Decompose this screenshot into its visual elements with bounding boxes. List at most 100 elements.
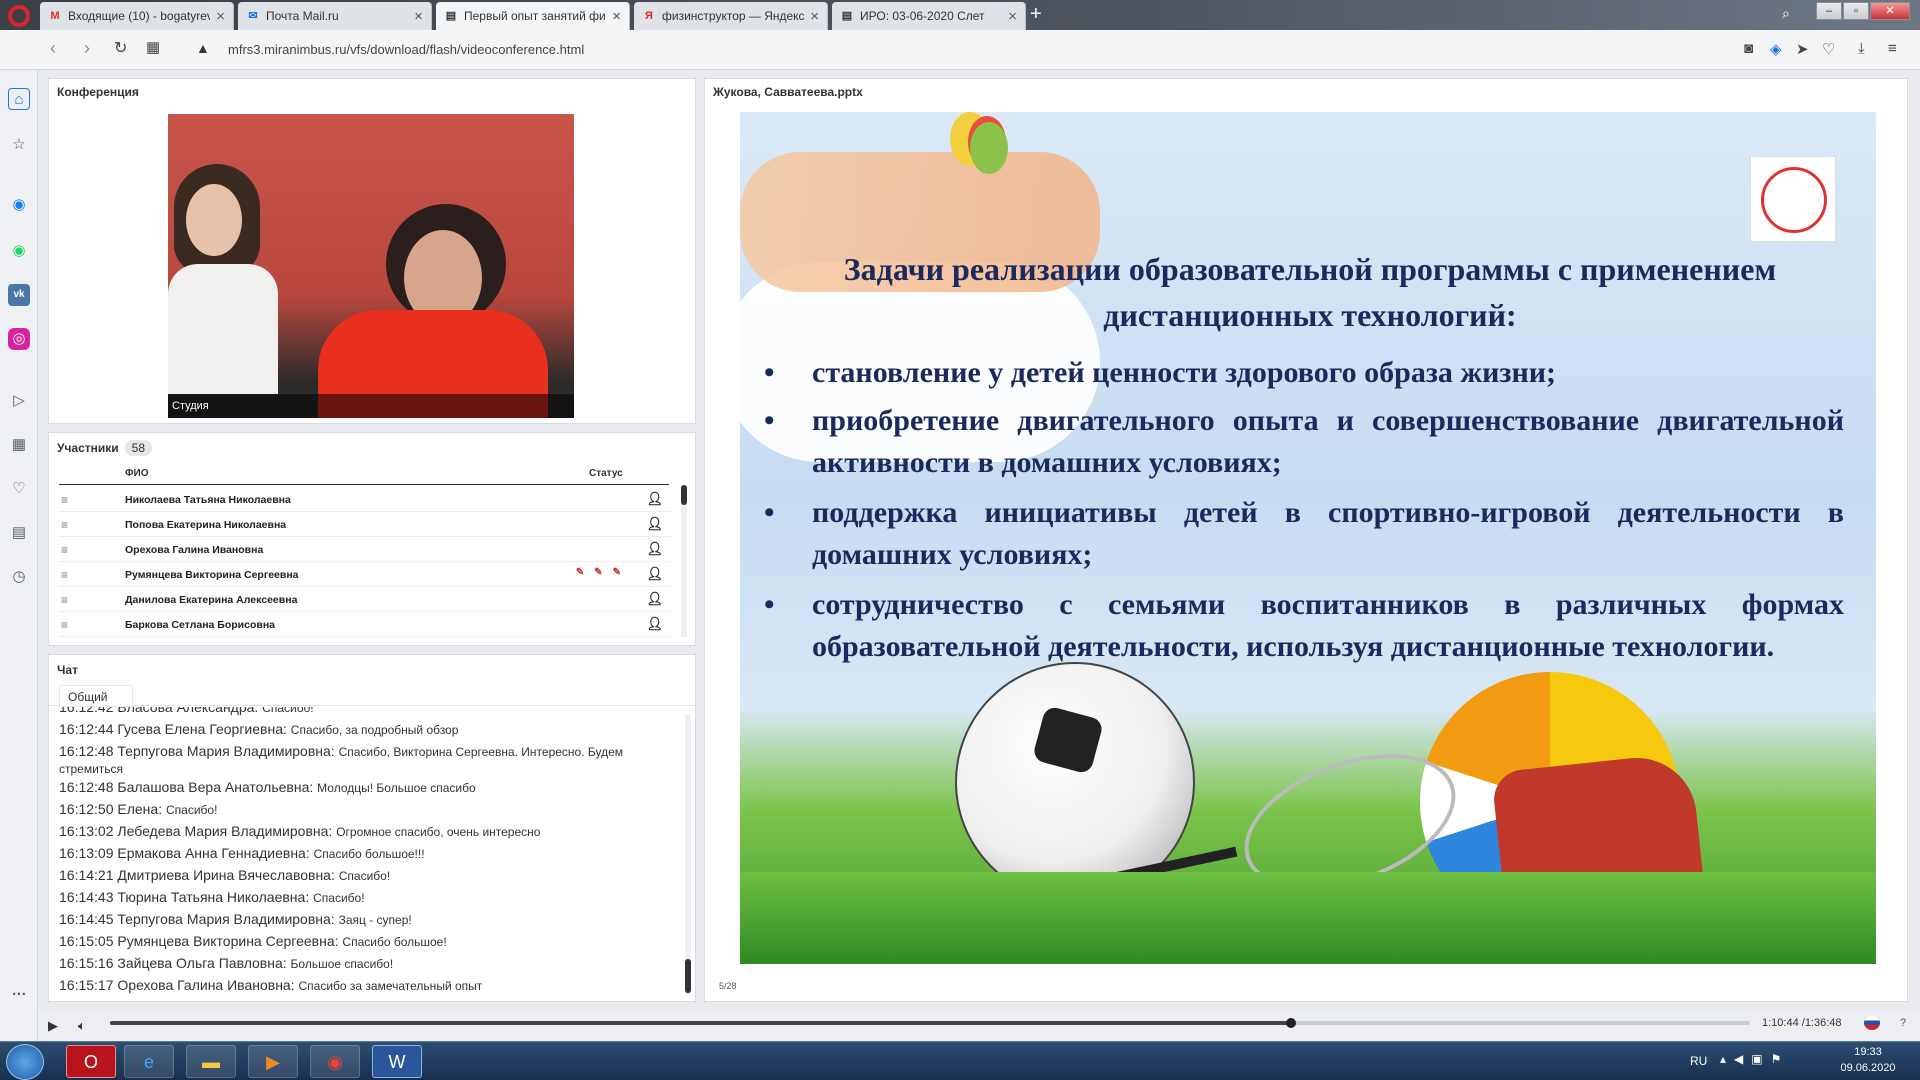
chat-message: 16:14:43 Тюрина Татьяна Николаевна: Спас… (59, 889, 679, 906)
video-feed[interactable]: Студия (168, 114, 574, 418)
drag-handle-icon[interactable]: ≡ (61, 518, 68, 532)
flow-icon[interactable]: ▷ (8, 390, 30, 412)
tray-icons[interactable]: ▴◀▣⚑ (1720, 1052, 1789, 1066)
shield-icon[interactable]: ◈ (1770, 40, 1782, 58)
chat-text: Спасибо большое! (342, 935, 447, 949)
chat-time: 16:12:44 (59, 721, 114, 737)
participant-name: Орехова Галина Ивановна (125, 544, 264, 556)
language-flag-icon[interactable] (1864, 1016, 1880, 1030)
browser-tab[interactable]: ▤ ИРО: 03-06-2020 Слет × (832, 2, 1026, 30)
drag-handle-icon[interactable]: ≡ (61, 543, 68, 557)
internet-explorer-taskbar-icon[interactable]: e (124, 1045, 174, 1078)
tab-label: Входящие (10) - bogatyrev (68, 9, 211, 23)
chat-author: Орехова Галина Ивановна: (117, 977, 295, 993)
column-header-status[interactable]: Статус (589, 468, 623, 479)
instagram-icon[interactable]: ◎ (8, 328, 30, 350)
chat-tab-general[interactable]: Общий (59, 685, 133, 707)
chat-time: 16:12:48 (59, 779, 114, 795)
chat-log[interactable]: 16:12:42 Власова Александра: Спасибо! 16:… (49, 707, 685, 997)
maximize-button[interactable]: ▫ (1843, 2, 1869, 20)
tab-favicon-icon: Я (645, 10, 653, 22)
taskbar-clock-time[interactable]: 19:33 (1838, 1046, 1898, 1058)
presentation-file-name: Жукова, Савватеева.pptx (713, 85, 863, 99)
participant-row[interactable]: ≡ Баркова Сетлана Борисовна 👤︎ (59, 612, 671, 637)
participant-row[interactable]: ≡ Попова Екатерина Николаевна 👤︎ (59, 512, 671, 537)
seek-bar-handle[interactable] (1286, 1018, 1296, 1028)
chat-text: Спасибо! (262, 707, 314, 715)
back-icon[interactable]: ‹ (50, 38, 56, 59)
chat-time: 16:12:48 (59, 743, 114, 759)
participant-row[interactable]: ≡ Данилова Екатерина Алексеевна 👤︎ (59, 587, 671, 612)
tab-favicon-icon: M (50, 10, 60, 22)
close-window-button[interactable]: ✕ (1870, 2, 1910, 20)
heart-icon[interactable]: ♡ (1822, 40, 1835, 58)
user-status-icon: 👤︎ (646, 616, 663, 631)
chrome-taskbar-icon[interactable]: ◉ (310, 1045, 360, 1078)
media-disabled-icons: ✎✎✎ (575, 567, 631, 578)
browser-tab[interactable]: Яфизинструктор — Яндекс × (634, 2, 828, 30)
tab-close-icon[interactable]: × (612, 8, 621, 25)
start-button[interactable] (6, 1044, 44, 1080)
balloon-green (970, 122, 1008, 174)
send-icon[interactable]: ➤ (1796, 40, 1809, 58)
more-icon[interactable]: … (8, 980, 30, 1002)
opera-taskbar-icon[interactable]: O (66, 1045, 116, 1078)
file-explorer-taskbar-icon[interactable]: ▬ (186, 1045, 236, 1078)
user-status-icon: 👤︎ (646, 516, 663, 531)
history-icon[interactable]: ◷ (8, 566, 30, 588)
participant-row[interactable]: ≡ Румянцева Викторина Сергеевна ✎✎✎ 👤︎ (59, 562, 671, 587)
vk-icon[interactable]: vk (8, 284, 30, 306)
reload-icon[interactable]: ↻ (114, 38, 127, 58)
forward-icon[interactable]: › (84, 38, 90, 59)
speed-dial-icon[interactable]: ▦ (146, 38, 160, 56)
download-icon[interactable]: ⤓ (1858, 40, 1865, 57)
chat-scrollbar[interactable] (685, 715, 691, 995)
slide-title: Задачи реализации образовательной програ… (843, 251, 1777, 333)
extensions-icon[interactable]: ▦ (8, 434, 30, 456)
heart-icon[interactable]: ♡ (8, 478, 30, 500)
star-icon[interactable]: ☆ (8, 134, 30, 156)
tab-close-icon[interactable]: × (414, 8, 423, 25)
participant-row[interactable]: ≡ Николаева Татьяна Николаевна 👤︎ (59, 487, 671, 512)
messenger-icon[interactable]: ◉ (8, 194, 30, 216)
tab-close-icon[interactable]: × (810, 8, 819, 25)
help-icon[interactable]: ? (1900, 1017, 1906, 1029)
media-player-taskbar-icon[interactable]: ▶ (248, 1045, 298, 1078)
url-field[interactable]: mfrs3.miranimbus.ru/vfs/download/flash/v… (228, 42, 584, 57)
search-tabs-icon[interactable]: ⌕ (1782, 5, 1790, 22)
tab-close-icon[interactable]: × (216, 8, 225, 25)
seek-bar[interactable] (110, 1018, 1750, 1028)
menu-icon[interactable]: ≡ (1888, 40, 1897, 57)
browser-tab[interactable]: ✉ Почта Mail.ru × (238, 2, 432, 30)
participant-name: Данилова Екатерина Алексеевна (125, 594, 298, 606)
warning-icon[interactable]: ▲ (196, 40, 210, 56)
play-icon[interactable]: ▶ (48, 1018, 58, 1034)
drag-handle-icon[interactable]: ≡ (61, 593, 68, 607)
new-tab-button[interactable]: + (1030, 4, 1042, 24)
participants-label: Участники (57, 441, 119, 455)
chat-author: Зайцева Ольга Павловна: (117, 955, 287, 971)
language-indicator[interactable]: RU (1690, 1054, 1707, 1068)
volume-icon[interactable]: 🔈︎ (78, 1018, 86, 1034)
slide-bullet-1: становление у детей ценности здорового о… (764, 352, 1844, 394)
opera-logo-icon[interactable] (8, 5, 30, 27)
home-icon[interactable]: ⌂ (8, 88, 30, 110)
participant-row[interactable]: ≡ Орехова Галина Ивановна 👤︎ (59, 537, 671, 562)
tab-close-icon[interactable]: × (1008, 8, 1017, 25)
browser-tab[interactable]: ▤ Первый опыт занятий фи × (436, 2, 630, 30)
drag-handle-icon[interactable]: ≡ (61, 618, 68, 632)
camera-icon[interactable]: ◙ (1744, 40, 1753, 57)
participants-count-badge: 58 (124, 440, 153, 456)
column-header-name[interactable]: ФИО (125, 468, 149, 479)
news-icon[interactable]: ▤ (8, 522, 30, 544)
whatsapp-icon[interactable]: ◉ (8, 240, 30, 262)
word-taskbar-icon[interactable]: W (372, 1045, 422, 1078)
minimize-button[interactable]: – (1816, 2, 1842, 20)
drag-handle-icon[interactable]: ≡ (61, 493, 68, 507)
participants-scrollbar[interactable] (681, 485, 687, 637)
browser-tab[interactable]: M Входящие (10) - bogatyrev × (40, 2, 234, 30)
grass-decoration (740, 872, 1876, 964)
taskbar-clock-date[interactable]: 09.06.2020 (1838, 1062, 1898, 1074)
drag-handle-icon[interactable]: ≡ (61, 568, 68, 582)
address-bar: ‹ › ↻ ▦ ▲ mfrs3.miranimbus.ru/vfs/downlo… (0, 30, 1920, 70)
